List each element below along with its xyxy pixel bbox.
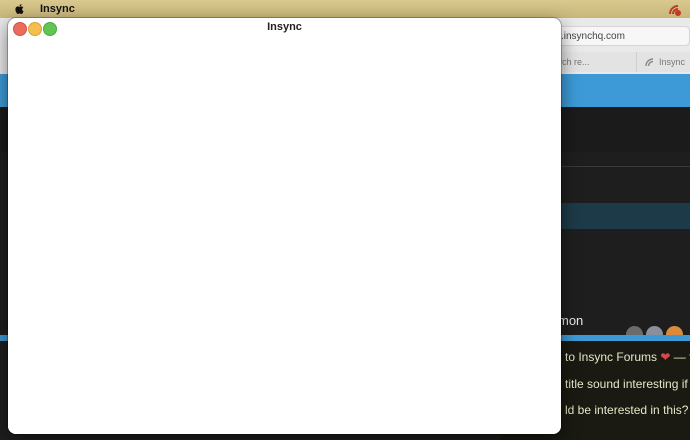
window-title: Insync [267,21,302,33]
insync-window: Insync [8,18,561,434]
topic-title[interactable]: mon [558,313,583,328]
post-line: title sound interesting if yo [565,377,690,391]
insync-favicon-icon [645,58,654,67]
post-text: to Insync Forums [565,350,658,364]
insync-tray-icon[interactable] [668,2,682,16]
tab-insync[interactable]: Insync [636,52,690,72]
menu-bar: Insync [0,0,690,18]
post-text: — tl [673,350,690,364]
post-line: ld be interested in this? Wl [565,403,690,417]
tab-label: Insync [659,57,686,67]
window-titlebar[interactable]: Insync [8,18,561,38]
active-app-name[interactable]: Insync [40,3,75,15]
apple-menu-icon[interactable] [14,3,26,15]
window-content [8,38,561,434]
post-line: to Insync Forums ❤ — tl [565,350,690,364]
heart-icon: ❤ [660,350,671,364]
